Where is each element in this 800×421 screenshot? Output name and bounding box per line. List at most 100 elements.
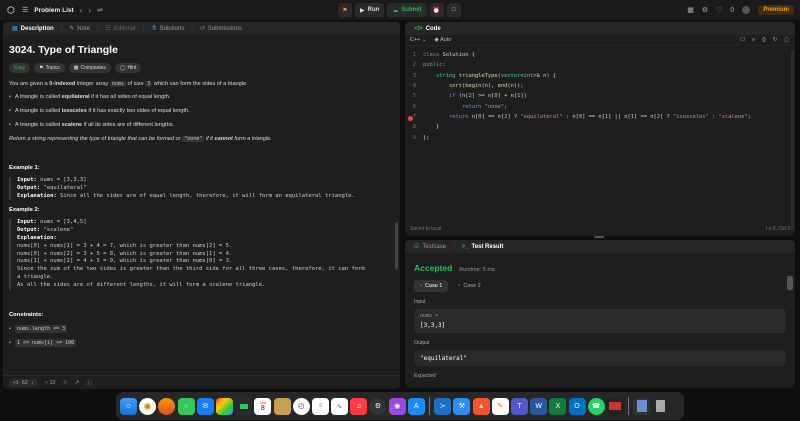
language-select[interactable]: C++ ⌄ [410,37,427,43]
streak-count[interactable]: 0 [730,7,734,14]
text: if it has exactly two sides of equal len… [86,108,190,114]
braces-icon[interactable]: {} [762,37,766,43]
word-icon[interactable]: W [530,397,548,415]
format-icon[interactable]: ≡ [752,37,755,43]
note-button[interactable]: □ [446,3,461,17]
tab-code[interactable]: </> Code [409,22,446,35]
finder-icon[interactable]: ☺ [120,397,137,415]
hint-label: Hint [127,65,137,71]
tab-label: Note [77,25,90,32]
tab-test-result[interactable]: >_ Test Result [457,240,509,253]
music-icon[interactable]: ♫ [350,397,368,415]
notes-icon[interactable] [273,397,291,415]
code-panel: </> Code C++ ⌄ ◆ Auto ☐ ≡ {} ↻ ◻ 1 class S… [405,22,795,236]
submit-button[interactable]: ☁ Submit [387,3,427,17]
problem-list-icon[interactable]: ☰ [22,6,28,14]
next-problem-icon[interactable]: › [88,6,91,15]
explanation-line: a triangle. [17,273,54,280]
star-icon[interactable]: ☆ [63,380,68,386]
app-store-icon[interactable]: A [407,397,425,415]
tab-editorial[interactable]: ☷ Editorial [101,22,141,35]
avatar[interactable] [742,6,751,14]
panel-resize-handle[interactable] [594,236,604,238]
xcode-icon[interactable]: ⚒ [453,397,471,415]
code-line: 6 return "none"; [405,101,795,111]
downloads-stack-icon[interactable] [633,397,651,415]
tab-description[interactable]: ▦ Description [7,22,59,35]
text: Return a string representing the type of… [9,136,183,142]
breakpoint-marker[interactable] [408,115,413,121]
line-text: }; [423,134,430,141]
bell-icon[interactable]: ♡ [716,6,722,14]
topics-badge[interactable]: ⚑ Topics [34,63,65,73]
chrome-icon[interactable] [139,397,157,415]
code-editor[interactable]: 1 class Solution { 2 public: 3 string tria… [405,50,795,143]
reset-icon[interactable]: ↻ [773,37,778,43]
tab-divider: | [142,25,145,32]
description-scrollbar[interactable] [395,222,398,270]
problem-description: 3024. Type of Triangle Easy ⚑ Topics ▩ Com… [9,40,395,347]
case-2-tab[interactable]: • Case 2 [452,280,486,292]
tab-divider: | [453,243,455,250]
premium-button[interactable]: Premium [758,5,794,15]
prev-problem-icon[interactable]: ‹ [80,6,83,15]
fullscreen-icon[interactable]: ◻ [784,37,789,43]
result-summary: Accepted Runtime: 5 ms [414,263,786,273]
calendar-icon[interactable]: APR 8 [254,397,272,415]
companies-badge[interactable]: ▩ Companies [68,63,111,73]
text: form a triangle. [232,136,272,142]
autocomplete-toggle[interactable]: ◆ Auto [435,37,452,43]
whatsapp-icon[interactable]: ☎ [587,397,605,415]
help-icon[interactable]: ⓘ [86,379,92,387]
podcasts-icon[interactable]: ◉ [388,397,406,415]
share-icon[interactable]: ↗ [75,380,80,386]
bullet: • [9,325,11,332]
vscode-icon[interactable]: ≻ [434,397,452,415]
difficulty-badge[interactable]: Easy [9,63,31,73]
tab-submissions[interactable]: ↺ Submissions [195,22,247,35]
case-tabs: • Case 1 • Case 2 [414,280,786,292]
pages-icon[interactable]: ✎ [491,397,509,415]
run-button[interactable]: ▶ Run [355,3,385,17]
freeform-icon[interactable]: ∿ [331,397,349,415]
outlook-icon[interactable]: O [568,397,586,415]
leetcode-logo-icon[interactable]: ⬡ [6,5,16,16]
bookmark-icon[interactable]: ☐ [740,37,745,43]
recent-window-icon[interactable] [606,397,624,415]
example-output: Output: "equilateral" [17,185,395,193]
settings-icon[interactable]: ⚙ [702,6,708,14]
comments-button[interactable]: ○ 12 [45,380,56,386]
bug-icon: ⚑ [342,7,348,14]
facetime-icon[interactable] [235,397,253,415]
line-number: 9 [412,134,416,141]
tab-note[interactable]: ✎ Note [64,22,95,35]
text: A triangle is called [14,122,62,128]
timer-button[interactable]: ⏰ [429,3,444,17]
problem-list-link[interactable]: Problem List [34,7,73,14]
reminders-icon[interactable]: ≡ [311,397,329,415]
brave-icon[interactable]: ▲ [472,397,490,415]
hint-badge[interactable]: ◯ Hint [114,63,142,73]
lock-icon: ▩ [73,65,79,71]
photos-icon[interactable] [215,397,233,415]
case-1-tab[interactable]: • Case 1 [414,280,449,292]
tab-solutions[interactable]: ⚗ Solutions [146,22,189,35]
like-button[interactable]: 👍︎ 62 ↓ [9,378,38,387]
settings-app-icon[interactable]: ⚙ [369,397,387,415]
mail-icon[interactable]: ✉ [196,397,214,415]
trash-icon[interactable] [652,398,669,415]
constraints-title: Constraints: [9,311,44,318]
shuffle-icon[interactable]: ⇌ [97,6,103,14]
excel-icon[interactable]: X [549,397,567,415]
messages-icon[interactable]: ○ [177,397,195,415]
clock-icon[interactable]: ◴ [292,397,310,415]
code-line: 7 return n[0] == n[2] ? "equilateral" : … [405,112,795,122]
teams-icon[interactable]: T [510,397,528,415]
layout-icon[interactable]: ▦ [687,6,694,14]
firefox-icon[interactable] [158,397,176,415]
label: Output: [17,184,41,191]
editor-scrollbar[interactable] [791,50,794,230]
tab-testcase[interactable]: ☑ Testcase [409,240,451,253]
debug-button[interactable]: ⚑ [338,3,352,17]
right-edge-handle[interactable] [787,276,793,290]
